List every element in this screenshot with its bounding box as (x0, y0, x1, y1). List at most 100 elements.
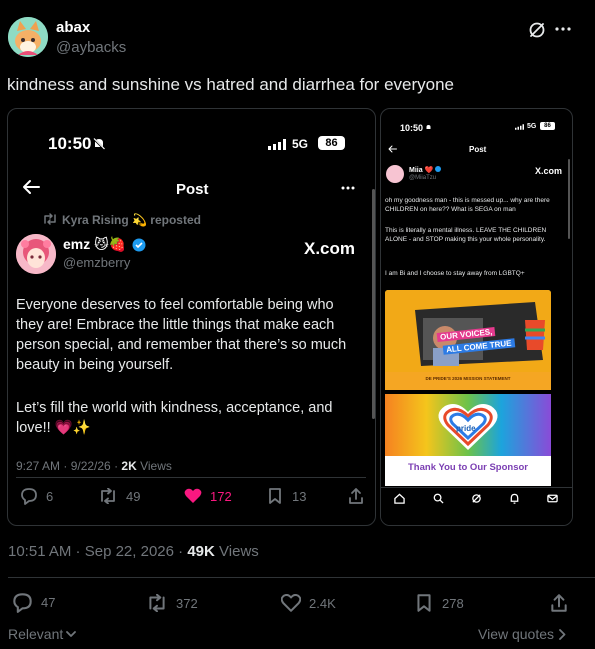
view-quotes-link[interactable]: View quotes (478, 626, 566, 642)
image-caption: DE PRIDE'S 2026 MISSION STATEMENT (425, 376, 511, 381)
status-time: 10:50 (48, 134, 92, 153)
nav-messages-icon[interactable] (547, 493, 558, 504)
verified-badge-icon (435, 166, 442, 172)
post-image-car[interactable]: OUR VOICES, ALL COME TRUE DE PRIDE'S 202… (385, 290, 551, 390)
tweet-meta: 10:51 AM · Sep 22, 2026 · 49K Views (8, 543, 259, 560)
avatar[interactable] (8, 17, 48, 57)
post-meta-time: 9:27 AM · 9/22/26 · (16, 459, 122, 473)
author-avatar[interactable] (16, 234, 56, 274)
post-header-title: Post (176, 181, 209, 198)
x-watermark: X.com (304, 239, 356, 258)
share-button[interactable] (348, 487, 364, 505)
nav-home-icon[interactable] (394, 493, 405, 504)
nav-search-icon[interactable] (433, 493, 444, 504)
nav-notifications-icon[interactable] (509, 493, 520, 504)
reply-count: 6 (46, 488, 54, 504)
more-icon[interactable] (555, 26, 571, 32)
reply-button[interactable]: 47 (12, 592, 55, 613)
grok-icon[interactable] (528, 21, 546, 39)
like-button[interactable]: 2.4K (281, 594, 336, 612)
post-body-para-2: Let’s fill the world with kindness, acce… (16, 400, 333, 436)
like-count: 172 (210, 488, 232, 504)
post-body-line-3: I am Bi and I choose to stay away from L… (385, 270, 525, 277)
post-body-line-1: oh my goodness man - this is messed up..… (385, 197, 550, 213)
sort-dropdown[interactable]: Relevant (8, 626, 77, 642)
battery-indicator: 86 (318, 136, 345, 150)
repost-icon (149, 594, 165, 612)
fox-avatar-icon (8, 17, 48, 57)
share-button[interactable] (550, 593, 568, 613)
post-header-title: Post (469, 145, 487, 154)
post-image-rainbow[interactable]: pride Thank You to Our Sponsor (385, 394, 551, 486)
post-meta: 9:27 AM · 9/22/26 · 2K Views (16, 459, 172, 473)
chevron-down-icon (66, 630, 77, 637)
reply-icon (13, 593, 32, 613)
sort-label: Relevant (8, 626, 64, 642)
tweet-time[interactable]: 10:51 AM (8, 543, 71, 560)
post-meta-views-count: 2K (121, 459, 137, 473)
divider (8, 577, 595, 578)
bookmark-button[interactable]: 278 (416, 593, 464, 613)
divider (16, 477, 366, 478)
signal-icon (515, 124, 524, 130)
bell-muted-icon (92, 137, 106, 151)
repost-label: Kyra Rising 💫 reposted (62, 213, 201, 227)
share-icon (551, 594, 567, 612)
post-author-name-text: Miia (409, 167, 423, 174)
view-quotes-label: View quotes (478, 626, 555, 642)
bell-muted-icon (425, 124, 432, 131)
heart-filled-icon (184, 488, 202, 503)
author-name[interactable]: abax (56, 19, 90, 36)
post-body-line-2: This is literally a mental illness. LEAV… (385, 227, 547, 243)
bookmark-icon (269, 488, 281, 504)
repost-count: 49 (126, 488, 141, 504)
tweet-date[interactable]: Sep 22, 2026 (85, 543, 174, 560)
author-avatar[interactable] (386, 165, 404, 183)
verified-badge-icon (132, 238, 146, 252)
post-author-handle[interactable]: @emzberry (63, 255, 130, 270)
signal-icon (268, 139, 286, 150)
bookmark-count: 13 (292, 488, 307, 504)
screenshot-right[interactable]: 10:50 5G 86 Post Miia ❤️ @MiiaTzu X.com … (380, 108, 573, 526)
status-time: 10:50 (400, 123, 424, 133)
sponsor-banner: Thank You to Our Sponsor (385, 456, 551, 486)
car-photo-icon (385, 290, 551, 390)
repost-button[interactable]: 372 (146, 594, 198, 612)
sponsor-text: Thank You to Our Sponsor (408, 462, 528, 473)
share-icon (349, 488, 363, 504)
repost-icon (101, 488, 115, 504)
scrollbar-thumb[interactable] (372, 189, 375, 419)
author-handle[interactable]: @aybacks (56, 39, 126, 56)
post-author-name[interactable]: Miia ❤️ (409, 166, 442, 174)
heart-icon (281, 594, 301, 612)
x-watermark: X.com (535, 166, 563, 176)
battery-indicator: 86 (540, 122, 555, 130)
more-icon[interactable] (341, 186, 355, 190)
screenshot-left[interactable]: 10:50 5G 86 Post Kyra Rising 💫 reposted … (7, 108, 376, 526)
post-meta-views-label: Views (140, 459, 172, 473)
reposted-suffix: reposted (150, 213, 201, 227)
tweet-text: kindness and sunshine vs hatred and diar… (7, 75, 455, 94)
chevron-right-icon (559, 628, 566, 640)
post-author-handle[interactable]: @MiiaTzu (409, 175, 436, 181)
reposter-name: Kyra Rising (62, 213, 129, 227)
bookmark-icon (417, 594, 431, 612)
post-author-name-text: emz (63, 236, 91, 252)
back-arrow-icon[interactable] (22, 179, 40, 195)
post-body-para-1: Everyone deserves to feel comfortable be… (16, 297, 347, 373)
battery-level: 86 (544, 123, 551, 129)
post-author-name[interactable]: emz 😼🍓 (63, 236, 126, 253)
repost-count: 372 (176, 595, 198, 611)
reply-count: 47 (41, 595, 56, 610)
back-arrow-icon[interactable] (388, 145, 397, 153)
network-label: 5G (527, 123, 537, 130)
nav-grok-icon[interactable] (471, 493, 482, 504)
anime-avatar-icon (16, 234, 56, 274)
like-button[interactable]: 172 (184, 488, 232, 504)
scrollbar-thumb[interactable] (568, 159, 570, 239)
reply-button[interactable]: 6 (20, 487, 53, 505)
repost-icon (42, 213, 58, 225)
bookmark-count: 278 (442, 595, 464, 611)
repost-button[interactable]: 49 (98, 488, 140, 504)
bookmark-button[interactable]: 13 (268, 487, 306, 505)
